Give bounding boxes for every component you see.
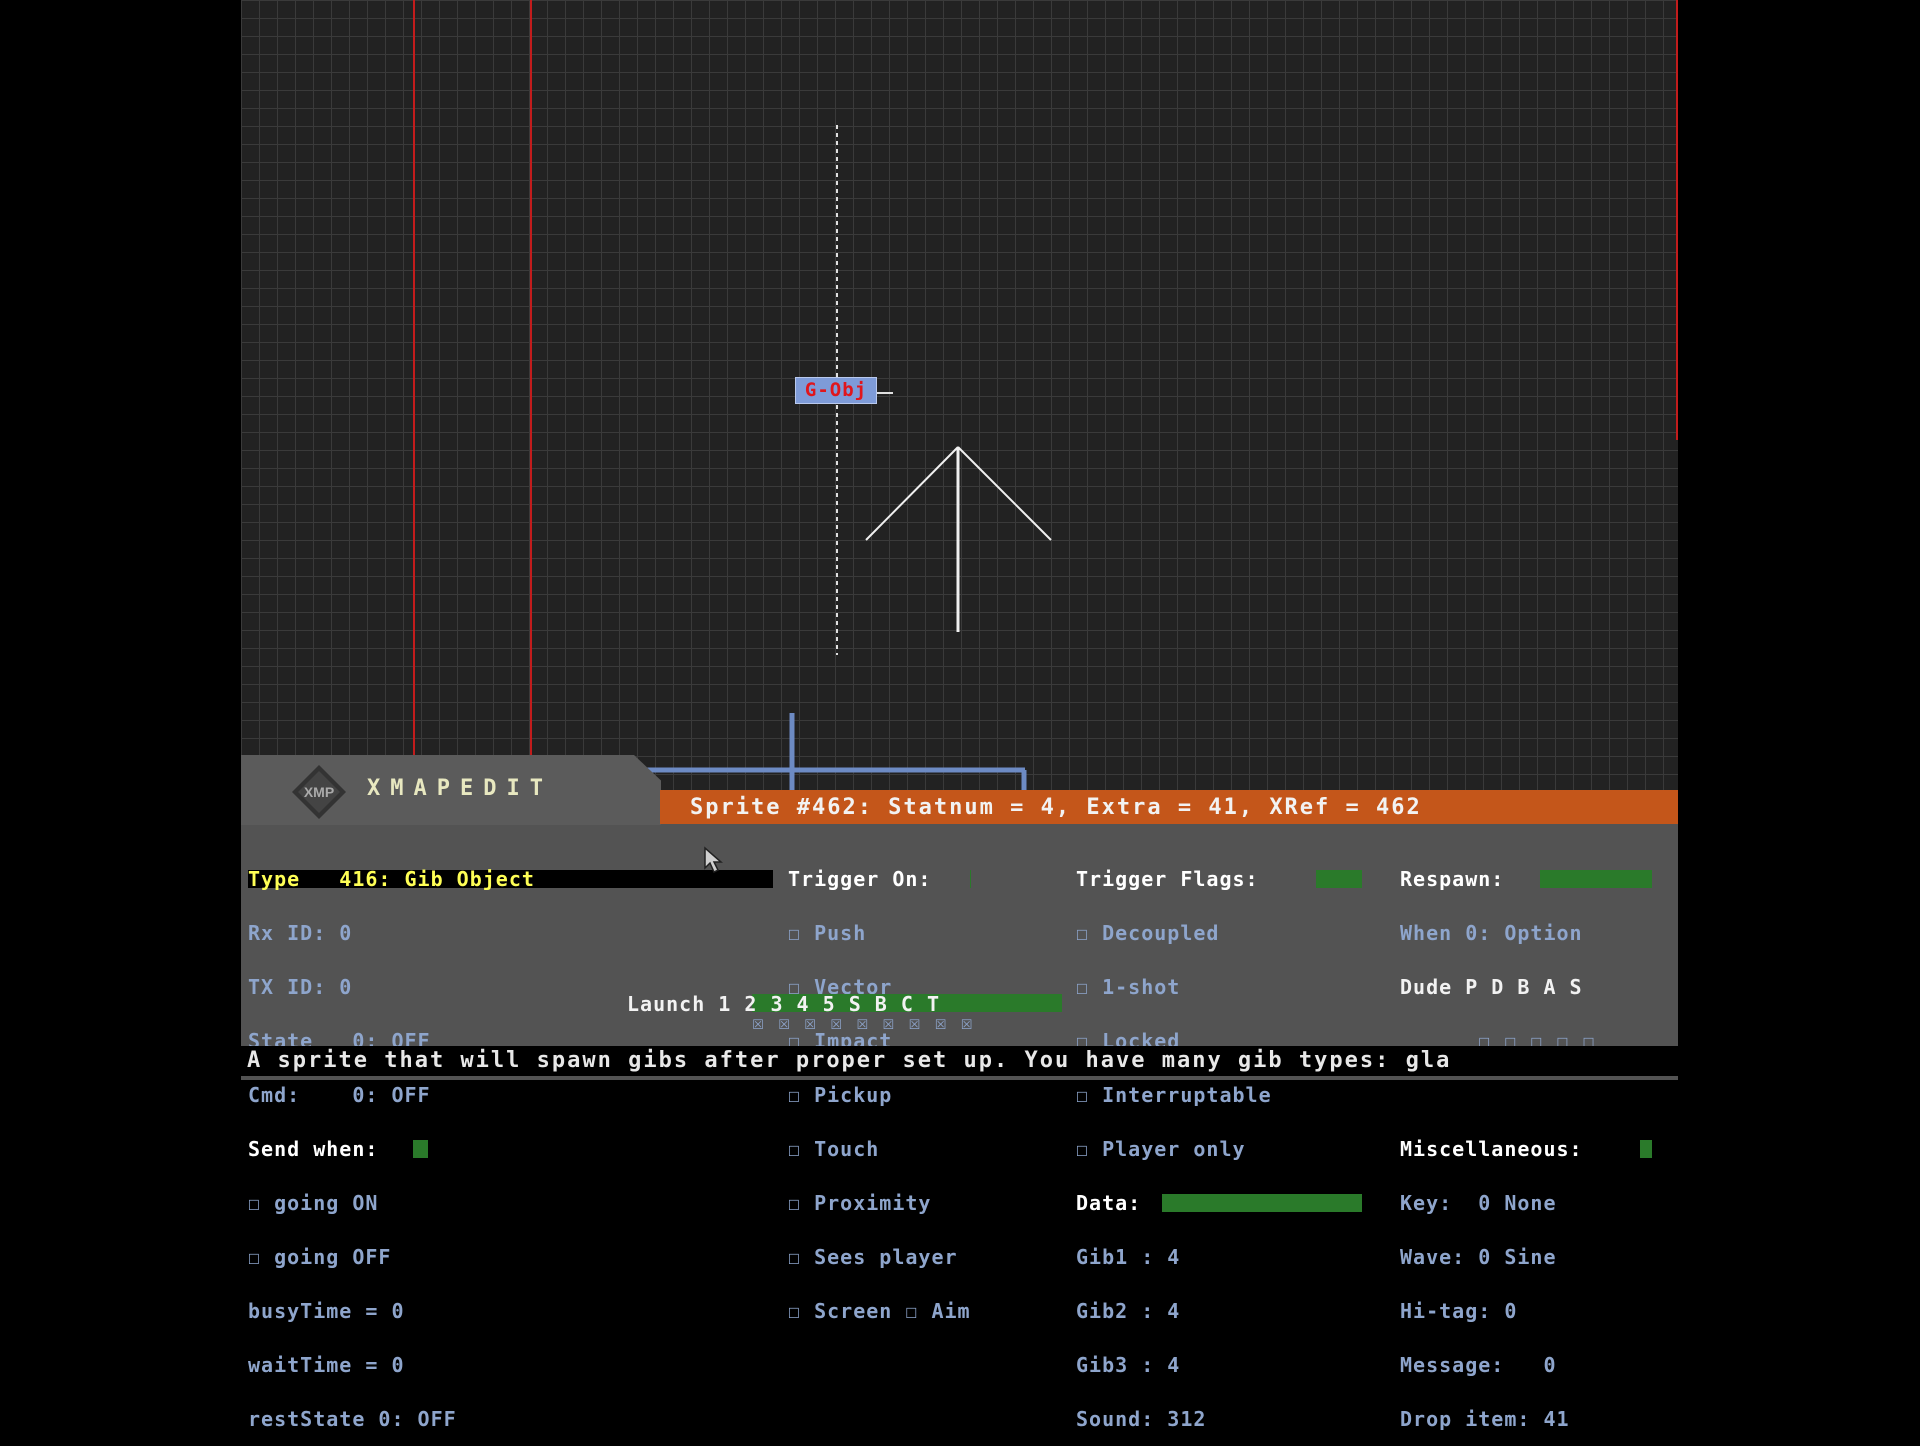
- cmd-field[interactable]: Cmd: 0: OFF: [248, 1085, 773, 1105]
- gib2-field[interactable]: Gib2 : 4: [1076, 1301, 1362, 1321]
- send-when-header: Send when:: [248, 1139, 773, 1159]
- launch-checkboxes[interactable]: ☒ ☒ ☒ ☒ ☒ ☒ ☒ ☒ ☒: [752, 1012, 974, 1032]
- gib1-field[interactable]: Gib1 : 4: [1076, 1247, 1362, 1267]
- busy-time-field[interactable]: busyTime = 0: [248, 1301, 773, 1321]
- screen-aim-checkbox[interactable]: ☐ Screen ☐ Aim: [788, 1301, 971, 1321]
- trigger-flags-header: Trigger Flags:: [1076, 869, 1362, 889]
- sound-field[interactable]: Sound: 312: [1076, 1409, 1362, 1429]
- going-on-checkbox[interactable]: ☐ going ON: [248, 1193, 773, 1213]
- sprite-arrow-right: [957, 446, 1052, 541]
- sprite-arrow-left: [865, 446, 959, 541]
- map-overlay: [631, 125, 1052, 790]
- gib3-field[interactable]: Gib3 : 4: [1076, 1355, 1362, 1375]
- wave-field[interactable]: Wave: 0 Sine: [1400, 1247, 1652, 1267]
- rx-id-field[interactable]: Rx ID: 0: [248, 923, 773, 943]
- message-field[interactable]: Message: 0: [1400, 1355, 1652, 1375]
- hi-tag-field[interactable]: Hi-tag: 0: [1400, 1301, 1652, 1321]
- xmp-logo-icon: XMP: [292, 765, 346, 819]
- trigger-on-header: Trigger On:: [788, 869, 971, 889]
- decoupled-checkbox[interactable]: ☐ Decoupled: [1076, 923, 1362, 943]
- player-only-checkbox[interactable]: ☐ Player only: [1076, 1139, 1362, 1159]
- trigger-flags-column: Trigger Flags: ☐ Decoupled ☐ 1-shot ☐ Lo…: [1076, 834, 1362, 1446]
- map-view[interactable]: [241, 0, 1678, 790]
- touch-checkbox[interactable]: ☐ Touch: [788, 1139, 971, 1159]
- pickup-checkbox[interactable]: ☐ Pickup: [788, 1085, 971, 1105]
- rest-state-field[interactable]: restState 0: OFF: [248, 1409, 773, 1429]
- data-header: Data:: [1076, 1193, 1362, 1213]
- app-title: XMAPEDIT: [367, 776, 553, 801]
- xsprite-column-1: Type 416: Gib Object Rx ID: 0 TX ID: 0 S…: [248, 834, 773, 1446]
- type-field[interactable]: Type 416: Gib Object: [248, 869, 773, 889]
- drop-item-field[interactable]: Drop item: 41: [1400, 1409, 1652, 1429]
- status-description: A sprite that will spawn gibs after prop…: [241, 1046, 1678, 1076]
- svg-text:XMP: XMP: [304, 784, 334, 800]
- sprite-label[interactable]: G-Obj: [795, 377, 877, 404]
- push-checkbox[interactable]: ☐ Push: [788, 923, 971, 943]
- respawn-column: Respawn: When 0: Option Dude P D B A S ☐…: [1400, 834, 1652, 1446]
- wait-time-field[interactable]: waitTime = 0: [248, 1355, 773, 1375]
- interruptable-checkbox[interactable]: ☐ Interruptable: [1076, 1085, 1362, 1105]
- sprite-info-text: Sprite #462: Statnum = 4, Extra = 41, XR…: [690, 795, 1422, 820]
- trigger-on-column: Trigger On: ☐ Push ☐ Vector ☐ Impact ☐ P…: [788, 834, 971, 1338]
- one-shot-checkbox[interactable]: ☐ 1-shot: [1076, 977, 1362, 997]
- going-off-checkbox[interactable]: ☐ going OFF: [248, 1247, 773, 1267]
- mouse-cursor-icon: [704, 846, 723, 874]
- respawn-header: Respawn:: [1400, 869, 1652, 889]
- proximity-checkbox[interactable]: ☐ Proximity: [788, 1193, 971, 1213]
- misc-header: Miscellaneous:: [1400, 1139, 1652, 1159]
- key-field[interactable]: Key: 0 None: [1400, 1193, 1652, 1213]
- respawn-when-field[interactable]: When 0: Option: [1400, 923, 1652, 943]
- sees-player-checkbox[interactable]: ☐ Sees player: [788, 1247, 971, 1267]
- dude-flags-label: Dude P D B A S: [1400, 975, 1583, 999]
